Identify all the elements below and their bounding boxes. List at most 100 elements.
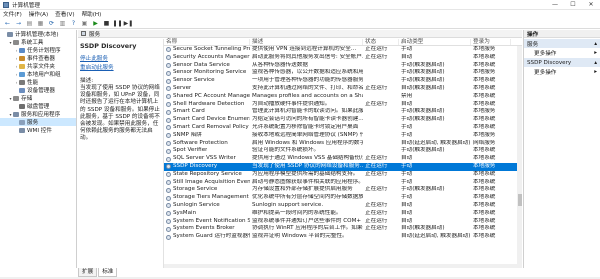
tree-item[interactable]: ▾ 服务和应用程序 — [0, 110, 76, 118]
tree-item[interactable]: ▾ 存储 — [0, 94, 76, 102]
close-button[interactable]: ✕ — [582, 0, 600, 10]
service-gear-icon — [166, 140, 171, 146]
table-row[interactable]: Shared PC Account Manager Manages profile… — [164, 93, 522, 101]
menu-view[interactable]: 查看(V) — [55, 10, 74, 18]
tree-item-label: 存储 — [21, 96, 33, 102]
cell-description: 为存储设置和外部存储扩展提供启用服务 — [252, 186, 353, 193]
table-row[interactable]: SNMP 陷阱 接收本地或远程简单网络管理协议 (SNMP) 代理... 手动 本地服… — [164, 132, 522, 140]
table-row[interactable]: Sensor Service 一项用于管理各种传感器的功能的传感器服务... 手动(… — [164, 77, 522, 85]
column-name[interactable]: 名称 — [164, 39, 250, 45]
tree-item[interactable]: › 任务计划程序 — [0, 46, 76, 54]
tree-item[interactable]: 服务 — [0, 118, 76, 126]
menu-file[interactable]: 文件(F) — [3, 10, 22, 18]
actions-group-services[interactable]: 服务 ▴ — [524, 39, 600, 48]
tree-item[interactable]: 设备管理器 — [0, 86, 76, 94]
table-row[interactable]: Software Protection 启用 Windows 和 Windows … — [164, 140, 522, 148]
actions-group-selected-service[interactable]: SSDP Discovery ▴ — [524, 58, 600, 67]
more-actions-selected-service[interactable]: 更多操作 ▸ — [524, 67, 600, 76]
cell-log-on-as: 本地系统 — [473, 170, 496, 177]
cell-startup-type: 手动 — [401, 123, 413, 130]
horizontal-scrollbar[interactable] — [164, 264, 518, 268]
stop-service-link[interactable]: 停止此服务 — [80, 54, 161, 62]
table-row[interactable]: Security Accounts Manager 启动此服务将向其他服务发出信号… — [164, 54, 522, 62]
table-row[interactable]: Storage Tiers Management 优化系统中所有分层存储空间内的存… — [164, 194, 522, 202]
tree-item[interactable]: 计算机管理(本地) — [0, 30, 76, 38]
table-row[interactable]: Sensor Monitoring Service 监视各种传感器，以公开数据和适… — [164, 69, 522, 77]
back-arrow-icon[interactable]: ← — [3, 19, 12, 27]
tree-item[interactable]: › 事件查看器 — [0, 54, 76, 62]
cell-log-on-as: 本地系统 — [473, 53, 496, 60]
table-row[interactable]: Smart Card Device Enumeration Servi...为给… — [164, 116, 522, 124]
cell-log-on-as: 本地系统 — [473, 84, 496, 91]
table-row[interactable]: Still Image Acquisition Events 启动与静态图像获取事… — [164, 179, 522, 187]
stop-service-icon[interactable]: ■ — [102, 19, 111, 27]
more-actions-services[interactable]: 更多操作 ▸ — [524, 48, 600, 57]
tab-extended[interactable]: 扩展 — [78, 268, 98, 277]
service-name: Software Protection — [173, 139, 228, 146]
refresh-icon[interactable]: ⟳ — [47, 19, 56, 27]
table-row[interactable]: Smart Card 管理此计算机对智能卡的取读访问。如果此服... 手动(触发器启… — [164, 108, 522, 116]
vertical-scrollbar[interactable] — [517, 46, 522, 268]
table-row[interactable]: Server 支持此计算机通过网络的文件、打印、和命名管... 正在运行 自动(触发器… — [164, 85, 522, 93]
table-row[interactable]: State Repository Service 为应用程序模型提供所需的基础结构… — [164, 171, 522, 179]
more-actions-label: 更多操作 — [534, 50, 557, 57]
console-icon[interactable]: ▣ — [80, 19, 89, 27]
menu-help[interactable]: 帮助(H) — [82, 10, 102, 18]
cell-description: 启用 Windows 和 Windows 应用程序的数字... — [252, 139, 363, 146]
pause-service-icon[interactable]: ❚❚ — [112, 19, 122, 27]
cell-name: System Events Broker — [164, 225, 250, 233]
help-icon[interactable]: ? — [69, 19, 78, 27]
table-row[interactable]: Smart Card Removal Policy 允许系统配置为移除智能卡时锁定… — [164, 124, 522, 132]
table-row[interactable]: Storage Service 为存储设置和外部存储扩展提供启用服务 正在运行 手动(… — [164, 186, 522, 194]
show-hide-tree-icon[interactable]: ▤ — [25, 19, 34, 27]
tree-item-label: 本地用户和组 — [27, 72, 61, 78]
cell-startup-type: 手动(触发器启动) — [401, 186, 445, 193]
scrollbar-thumb[interactable] — [517, 194, 522, 206]
tab-standard[interactable]: 标准 — [98, 268, 118, 277]
table-row[interactable]: SQL Server VSS Writer 提供用于通过 Windows VSS … — [164, 155, 522, 163]
tree-item[interactable]: ▾ 系统工具 — [0, 38, 76, 46]
tree-item-label: WMI 控件 — [27, 128, 52, 134]
column-log-on-as[interactable]: 登录为 — [471, 39, 511, 45]
restart-service-icon[interactable]: ▶❚ — [124, 19, 134, 27]
cell-startup-type: 手动(触发器启动) — [401, 69, 445, 76]
menu-action[interactable]: 操作(A) — [29, 10, 48, 18]
cell-status: 正在运行 — [365, 84, 388, 91]
table-row[interactable]: Shell Hardware Detection 为自动播放硬件事件提供通知。 正在… — [164, 101, 522, 109]
minimize-button[interactable]: — — [546, 0, 564, 10]
table-row[interactable]: SSDP Discovery 当发现了使用 SSDP 协议的网络设备和服务... 正… — [164, 162, 522, 171]
table-row[interactable]: SysMain 维护和提高一段时间内的系统性能。 正在运行 自动 本地系统 — [164, 210, 522, 218]
column-startup-type[interactable]: 启动类型 — [399, 39, 471, 45]
collapse-icon[interactable]: ▴ — [594, 41, 597, 47]
tree-item[interactable]: › 本地用户和组 — [0, 70, 76, 78]
tree-item[interactable]: › 性能 — [0, 78, 76, 86]
forward-arrow-icon[interactable]: → — [14, 19, 23, 27]
table-row[interactable]: Secure Socket Tunneling Protocol Se...提供… — [164, 46, 522, 54]
cell-startup-type: 自动(触发器启动) — [401, 84, 445, 91]
cell-description: 允许系统配置为移除智能卡时锁定用户桌面 — [252, 123, 359, 130]
cell-description: 监视并证明 Windows 平台的完整性。 — [252, 233, 348, 240]
properties-icon[interactable]: ▦ — [36, 19, 45, 27]
column-status[interactable]: 状态 — [363, 39, 399, 45]
cell-name: Smart Card Removal Policy — [164, 124, 250, 132]
tree-item[interactable]: WMI 控件 — [0, 126, 76, 134]
table-row[interactable]: System Event Notification Service监视系统事件并… — [164, 218, 522, 226]
cell-startup-type: 手动(触发器启动) — [401, 61, 445, 68]
table-row[interactable]: System Guard 运行时监视器代理监视并证明 Windows 平台的完整… — [164, 233, 522, 241]
table-header: 名称 描述 状态 启动类型 登录为 — [164, 39, 522, 46]
collapse-icon[interactable]: ▴ — [594, 60, 597, 66]
export-list-icon[interactable]: ▥ — [58, 19, 67, 27]
maximize-button[interactable]: ☐ — [564, 0, 582, 10]
chevron-right-icon: ▸ — [594, 49, 597, 56]
column-description[interactable]: 描述 — [250, 39, 363, 45]
tree-item-label: 服务和应用程序 — [21, 112, 61, 118]
table-row[interactable]: Spot Verifier 验证可能的文件系统损坏。 手动(触发器启动) 本地系统 — [164, 147, 522, 155]
tree-item[interactable]: 磁盘管理 — [0, 102, 76, 110]
table-row[interactable]: Sensor Data Service 从各种传感器传送数据 手动(触发器启动) 本地… — [164, 62, 522, 70]
start-service-icon[interactable]: ▶ — [91, 19, 100, 27]
tree-item[interactable]: › 共享文件夹 — [0, 62, 76, 70]
table-row[interactable]: Sunlogin Service Sunlogin support service… — [164, 202, 522, 210]
table-row[interactable]: System Events Broker 协调执行 WinRT 应用程序的后台工作… — [164, 225, 522, 233]
restart-service-link[interactable]: 重启动此服务 — [80, 63, 161, 71]
service-gear-icon — [166, 109, 171, 115]
